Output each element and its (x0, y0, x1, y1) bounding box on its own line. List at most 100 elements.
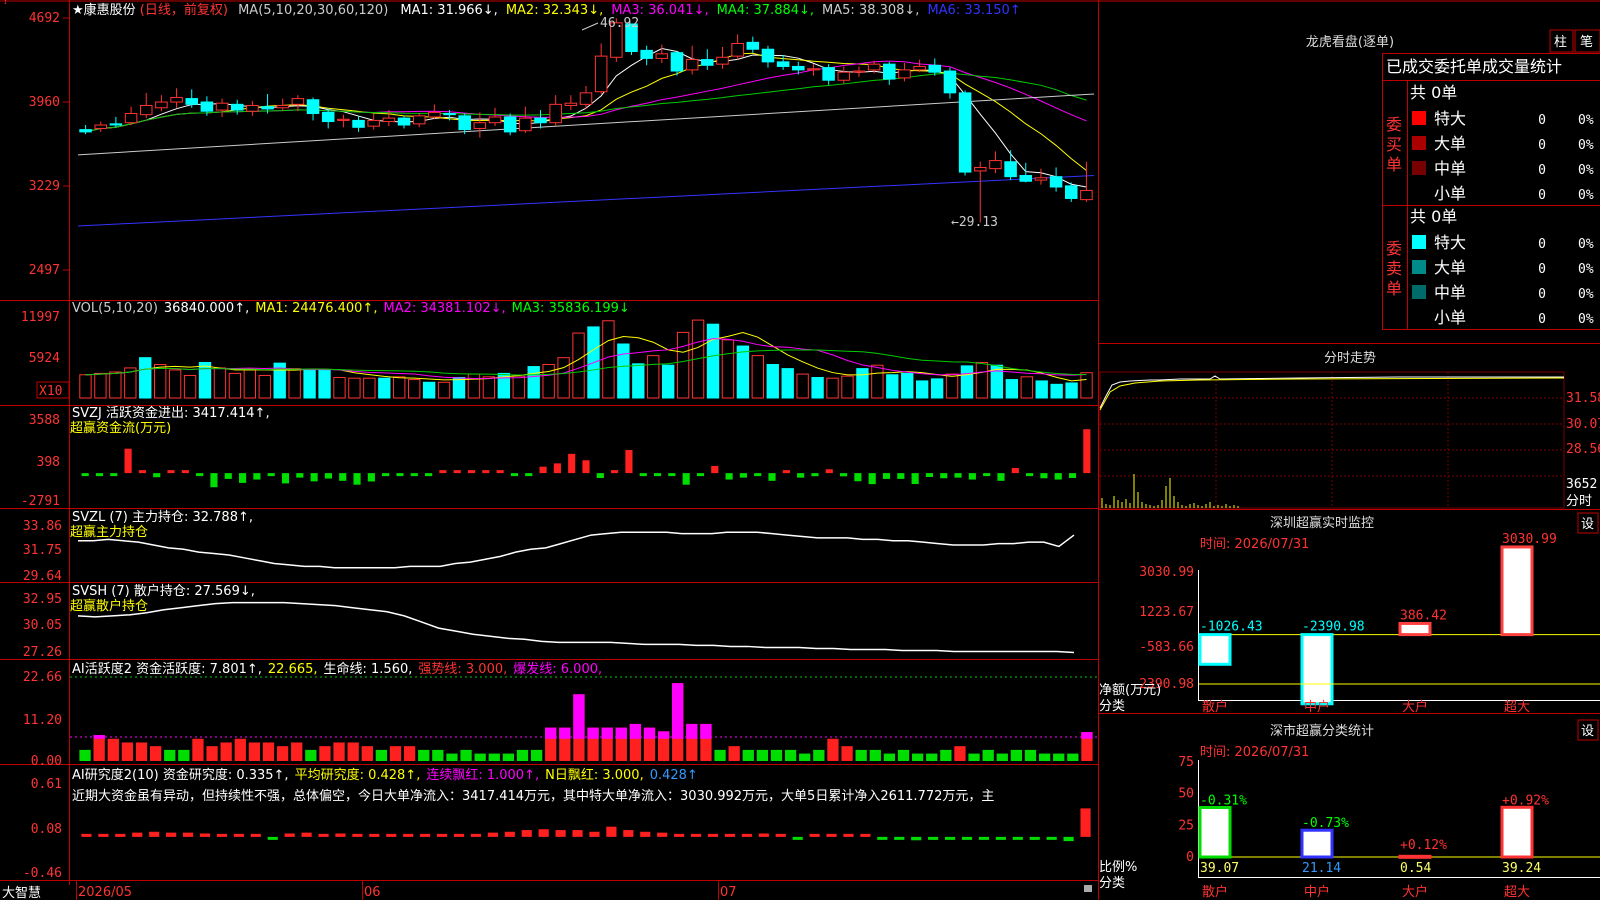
ai2-tick-3: -0.46 (23, 866, 62, 881)
header-item: SVZL (7) 主力持仓: 32.788↑, (72, 510, 253, 525)
candle-body (852, 70, 866, 73)
candle-body (321, 111, 335, 123)
svzj-bar (553, 463, 561, 474)
volume-bar (378, 377, 391, 399)
volume-bar (617, 343, 630, 399)
date-axis[interactable]: 大智慧 2026/05 06 07 (2, 881, 1092, 900)
longhu-total: 共 0单 (1410, 207, 1457, 226)
ai1-tick-3: 0.00 (31, 754, 62, 769)
volume-bar (706, 323, 720, 399)
research-bar (216, 833, 228, 837)
candle-body (261, 106, 274, 110)
activity-bar (192, 738, 204, 761)
svzj-bar (81, 473, 89, 477)
classify-title: 深市超赢分类统计 (1270, 723, 1374, 739)
volume-bar (676, 331, 690, 399)
candle-body (974, 166, 987, 172)
lock-icon[interactable] (1084, 885, 1092, 892)
candle-body (822, 67, 835, 81)
svzj-bar (367, 473, 375, 482)
volume-bar (811, 376, 824, 399)
monitor-bar (1500, 545, 1534, 637)
longhu-row-percent: 0% (1578, 287, 1594, 302)
candle-body (670, 52, 684, 72)
volume-bar (901, 372, 914, 399)
svzj-bar (1054, 473, 1062, 480)
ma-value: MA6: 33.150↑ (927, 3, 1020, 18)
longhu-panel[interactable]: 龙虎看盘(逐单) 柱 笔 已成交委托单成交量统计 共 0单委买单特大 0 0%大单 0… (1306, 29, 1600, 330)
longhu-swatch (1412, 186, 1426, 200)
longhu-swatch (1412, 161, 1426, 175)
longhu-row-volume: 0 (1538, 287, 1546, 302)
candle-body (928, 64, 942, 73)
volume-bar (348, 377, 361, 399)
volume-panel[interactable]: 11997 5924 X10 VOL(5,10,20) 36840.000↑, MA… (21, 301, 1093, 399)
svzj-bar (882, 473, 891, 479)
panel-corner-question[interactable]: ? (2, 0, 9, 7)
monitor-bar-label: 3030.99 (1502, 532, 1557, 547)
candle-body (397, 117, 411, 126)
activity-bar (234, 738, 246, 761)
research-bar (657, 832, 668, 837)
svzl-panel[interactable]: 33.86 31.75 29.64 SVZL (7) 主力持仓: 32.788↑… (23, 510, 1075, 584)
longhu-row-percent: 0% (1578, 138, 1594, 153)
svzl-tick-3: 29.64 (23, 569, 62, 584)
monitor-panel[interactable]: 深圳超赢实时监控 设 时间: 2026/07/31 3030.99 1223.67… (1099, 512, 1600, 715)
activity-burst (587, 727, 599, 739)
ai-activity-panel[interactable]: 22.66 11.20 0.00 AI活跃度2 资金活跃度: 7.801↑, 22… (23, 661, 1098, 769)
longhu-row-volume: 0 (1538, 262, 1546, 277)
header-item: 强势线: 3.000, (418, 661, 507, 677)
candle-body (94, 124, 108, 129)
activity-bar (248, 742, 261, 761)
svzj-bar (825, 469, 833, 474)
longhu-row-percent: 0% (1578, 237, 1594, 252)
intraday-panel[interactable]: 分时走势 31.58 30.07 28.56 3652 分时 (1099, 350, 1600, 509)
ai-activity-bars (79, 683, 1093, 761)
svsh-panel[interactable]: 32.95 30.05 27.26 SVSH (7) 散户持仓: 27.569↓… (23, 583, 1075, 660)
volume-bar (94, 372, 107, 399)
volume-bar (1005, 379, 1019, 399)
main-price-panel[interactable]: ? 4692 3960 3229 2497 46.92 ←29.13 ★康惠股份… (2, 0, 1095, 278)
svzj-bar (324, 473, 332, 479)
svsh-header: SVSH (7) 散户持仓: 27.569↓, (72, 583, 255, 599)
research-bar (674, 833, 685, 837)
svzj-tick-2: 398 (37, 455, 60, 470)
activity-bar (460, 749, 472, 761)
classify-panel[interactable]: 深市超赢分类统计 设 时间: 2026/07/31 75 50 25 0 -0.31% 3… (1099, 719, 1600, 900)
classify-settings-label: 设 (1581, 724, 1594, 739)
volume-bar (258, 374, 271, 399)
volume-bar (363, 377, 376, 399)
research-bar (182, 832, 194, 837)
svzj-bar (439, 470, 447, 474)
stock-name[interactable]: ★康惠股份 (72, 2, 136, 18)
monitor-bar (1398, 621, 1432, 637)
activity-bar (164, 749, 176, 761)
activity-bar (347, 742, 359, 761)
svzj-panel[interactable]: 3588 398 -2791 SVZJ 活跃资金进出: 3417.414↑, 超… (21, 405, 1091, 509)
vol-unit: X10 (39, 384, 62, 399)
candle-body (958, 92, 972, 173)
candlesticks[interactable] (79, 18, 1093, 223)
volume-bar (228, 372, 242, 399)
svzj-bar (482, 470, 490, 474)
research-bar (589, 831, 600, 837)
activity-bar (1024, 749, 1037, 761)
volume-bar (79, 374, 92, 399)
activity-bar (93, 735, 105, 761)
activity-bar (432, 749, 444, 761)
activity-bar (940, 749, 952, 761)
research-bar (436, 833, 448, 837)
date-tick-3: 07 (720, 885, 737, 900)
header-item: 22.665, (268, 662, 318, 677)
candle-body (246, 104, 259, 112)
activity-burst (93, 735, 105, 739)
activity-burst (601, 727, 613, 739)
volume-bar (422, 381, 436, 399)
chart-mode[interactable]: (日线，前复权) (140, 2, 228, 18)
svsh-tick-1: 32.95 (23, 592, 62, 607)
svzj-bar (525, 473, 533, 477)
candle-body (792, 65, 805, 71)
chart-stage: ? 4692 3960 3229 2497 46.92 ←29.13 ★康惠股份… (0, 0, 1600, 900)
ai-research-panel[interactable]: 0.61 0.08 -0.46 AI研究度2(10) 资金研究度: 0.335↑… (23, 767, 1091, 881)
research-bar (928, 836, 939, 840)
